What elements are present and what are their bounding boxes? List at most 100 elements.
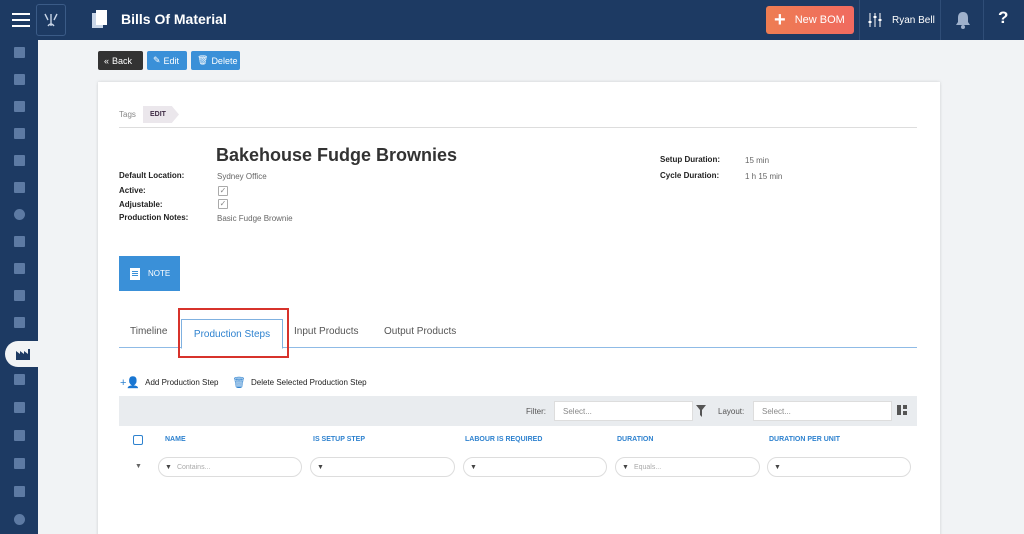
user-menu[interactable]: Ryan Bell [868,0,935,40]
filter-label: Filter: [526,407,546,416]
highlight-annotation [178,308,289,358]
back-label: Back [112,55,133,66]
edit-button[interactable]: ✎ Edit [147,51,187,70]
duration-filter-placeholder: Equals... [633,463,662,471]
trash-icon: 🗑 [197,55,209,65]
filter-funnel-icon: ▼ [622,463,629,471]
divider [983,0,984,40]
filter-funnel-icon: ▼ [470,463,477,471]
filter-funnel-icon: ▼ [774,463,781,471]
nav-building-icon[interactable] [12,46,26,58]
name-filter-placeholder: Contains... [176,463,211,471]
bom-name: Bakehouse Fudge Brownies [216,145,458,165]
logo-icon[interactable] [36,4,66,36]
add-user-icon: +👤 [120,377,141,389]
filter-funnel-icon: ▼ [317,463,324,471]
plus-icon: + [774,9,786,31]
divider [940,0,941,40]
edit-tag[interactable]: EDIT [143,106,179,123]
nav-filter-icon[interactable] [12,100,26,112]
bell-icon[interactable] [955,11,971,29]
duration-filter-input[interactable]: ▼ Equals... [615,457,760,477]
page-title: Bills Of Material [121,11,227,27]
edit-label: Edit [163,55,180,66]
add-production-step-label: Add Production Step [145,378,219,387]
nav-report-icon[interactable] [12,429,26,441]
nav-factory-icon[interactable] [5,341,41,367]
nav-calendar-icon[interactable] [12,154,26,166]
nav-dollar-icon[interactable] [12,208,26,220]
nav-graduation-icon[interactable] [12,457,26,469]
select-all-checkbox[interactable] [133,435,143,445]
tab-input-products[interactable]: Input Products [294,326,358,337]
nav-heart-icon[interactable] [12,485,26,497]
filter-funnel-icon: ▼ [165,463,172,471]
tags-label: Tags [119,110,136,119]
new-bom-label: New BOM [794,14,845,26]
active-label: Active: [119,186,146,195]
column-is-setup-step[interactable]: IS SETUP STEP [313,436,365,443]
filter-select[interactable]: Select... [554,401,693,421]
delete-production-step-button[interactable]: 🗑 Delete Selected Production Step [232,376,367,389]
cycle-duration-value: 1 h 15 min [745,172,783,181]
filter-icon[interactable] [696,405,706,417]
active-checkbox: ✓ [218,186,228,196]
column-duration[interactable]: DURATION [617,436,653,443]
hamburger-menu-icon[interactable] [6,4,36,36]
top-bar: Bills Of Material + New BOM Ryan Bell ? [0,0,1024,40]
nav-calendar-icon[interactable] [12,181,26,193]
user-name: Ryan Bell [892,14,935,26]
documents-icon [92,10,107,28]
nav-gear-icon[interactable] [12,513,26,525]
nav-people-icon[interactable] [12,262,26,274]
back-arrow-icon: « [104,55,110,66]
column-duration-per-unit[interactable]: DURATION PER UNIT [769,436,840,443]
add-production-step-button[interactable]: +👤 Add Production Step [120,376,219,389]
name-filter-input[interactable]: ▼ Contains... [158,457,302,477]
nav-sitemap-icon[interactable] [12,316,26,328]
labour-filter-input[interactable]: ▼ [463,457,607,477]
trash-icon: 🗑 [232,377,246,389]
duration-per-unit-filter-input[interactable]: ▼ [767,457,911,477]
grid-toolbar: Filter: Select... Layout: Select... [119,396,917,426]
default-location-label: Default Location: [119,171,185,180]
new-bom-button[interactable]: + New BOM [766,6,854,34]
nav-id-card-icon[interactable] [12,73,26,85]
nav-document-icon[interactable] [12,127,26,139]
note-label: NOTE [148,269,171,278]
layout-icon[interactable] [897,405,907,415]
note-button[interactable]: NOTE [119,256,180,291]
bom-detail-card: Tags EDIT Bakehouse Fudge Brownies Defau… [98,82,940,534]
cycle-duration-label: Cycle Duration: [660,171,720,180]
divider [859,0,860,40]
sidebar [0,40,41,534]
back-button[interactable]: « Back [98,51,143,70]
note-icon [130,267,140,280]
sliders-icon [868,13,882,27]
default-location-value: Sydney Office [217,172,267,181]
delete-label: Delete [211,55,238,66]
column-labour-is-required[interactable]: LABOUR IS REQUIRED [465,436,542,443]
column-name[interactable]: NAME [165,436,186,443]
layout-select[interactable]: Select... [753,401,892,421]
setup-step-filter-input[interactable]: ▼ [310,457,455,477]
layout-label: Layout: [718,407,745,416]
setup-duration-value: 15 min [745,156,770,165]
production-notes-label: Production Notes: [119,213,189,222]
row-filter-icon: ▼ [135,463,142,470]
production-notes-value: Basic Fudge Brownie [217,214,293,223]
nav-list-icon[interactable] [12,289,26,301]
tab-timeline[interactable]: Timeline [130,326,167,337]
edit-icon: ✎ [153,55,161,65]
tab-output-products[interactable]: Output Products [384,326,456,337]
delete-button[interactable]: 🗑 Delete [191,51,240,70]
nav-document-icon[interactable] [12,235,26,247]
divider [119,127,917,128]
help-icon[interactable]: ? [998,8,1008,28]
adjustable-label: Adjustable: [119,200,163,209]
nav-table-icon[interactable] [12,401,26,413]
adjustable-checkbox: ✓ [218,199,228,209]
nav-chart-icon[interactable] [12,373,26,385]
setup-duration-label: Setup Duration: [660,155,720,164]
delete-production-step-label: Delete Selected Production Step [250,378,367,387]
